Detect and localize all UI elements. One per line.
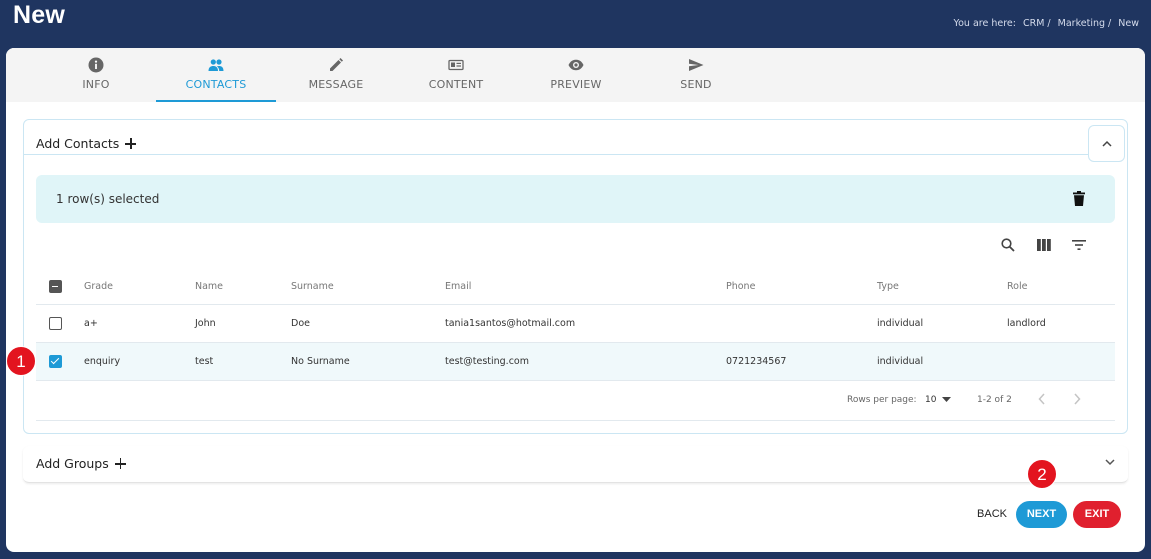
view-columns-icon[interactable]	[1037, 239, 1051, 251]
rows-per-page-value: 10	[925, 395, 937, 405]
breadcrumb-new: New	[1118, 18, 1139, 29]
tab-send[interactable]: SEND	[636, 48, 756, 102]
select-all-checkbox[interactable]	[49, 280, 62, 293]
tab-content-label: CONTENT	[428, 78, 484, 91]
cell-name: John	[195, 318, 216, 329]
add-groups-label: Add Groups	[36, 456, 109, 471]
pencil-icon	[330, 58, 343, 71]
cell-type: individual	[877, 318, 924, 329]
add-contacts-header[interactable]: Add Contacts	[24, 120, 1089, 155]
table-pagination: Rows per page: 10 1-2 of 2	[36, 381, 1115, 421]
back-button[interactable]: BACK	[972, 501, 1012, 528]
table-row[interactable]: enquiry test No Surname test@testing.com…	[36, 343, 1115, 381]
tab-message[interactable]: MESSAGE	[276, 48, 396, 102]
page-title: New	[13, 1, 66, 29]
selection-bar: 1 row(s) selected	[36, 175, 1115, 223]
plus-icon[interactable]	[114, 458, 126, 469]
breadcrumb: You are here: CRM / Marketing / New	[950, 18, 1139, 29]
cell-surname: Doe	[291, 318, 310, 329]
cell-surname: No Surname	[291, 356, 350, 367]
column-header[interactable]: Role	[1007, 281, 1027, 292]
cell-email: tania1santos@hotmail.com	[445, 318, 576, 329]
add-groups-title: Add Groups	[36, 456, 126, 471]
column-header[interactable]: Name	[195, 281, 223, 292]
chevron-up-icon	[1102, 140, 1112, 147]
tab-send-label: SEND	[680, 78, 712, 91]
table-row[interactable]: a+ John Doe tania1santos@hotmail.com ind…	[36, 305, 1115, 343]
chevron-down-icon[interactable]	[1105, 459, 1115, 466]
cell-grade: a+	[84, 318, 98, 329]
tab-contacts-label: CONTACTS	[185, 78, 247, 91]
trash-icon[interactable]	[1073, 191, 1085, 206]
cell-phone: 0721234567	[726, 356, 787, 367]
column-header[interactable]: Grade	[84, 281, 113, 292]
send-icon	[689, 59, 704, 71]
breadcrumb-marketing[interactable]: Marketing /	[1058, 18, 1112, 29]
column-header[interactable]: Phone	[726, 281, 755, 292]
contacts-table: Grade Name Surname Email Phone Type Role…	[36, 268, 1115, 421]
previous-page-icon[interactable]	[1038, 393, 1046, 405]
eye-icon	[568, 59, 584, 71]
next-page-icon[interactable]	[1073, 393, 1081, 405]
pagination-range: 1-2 of 2	[977, 395, 1012, 405]
breadcrumb-prefix: You are here:	[953, 18, 1016, 29]
add-contacts-title: Add Contacts	[36, 136, 137, 151]
exit-button[interactable]: EXIT	[1073, 501, 1121, 528]
wizard-tabs: INFO CONTACTS MESSAGE CONTENT PREVIEW SE…	[6, 48, 1145, 102]
tab-info-label: INFO	[82, 78, 110, 91]
next-button[interactable]: NEXT	[1016, 501, 1067, 528]
caret-down-icon	[942, 397, 952, 402]
column-header[interactable]: Surname	[291, 281, 334, 292]
column-header[interactable]: Type	[877, 281, 899, 292]
search-icon[interactable]	[1001, 238, 1015, 252]
tab-content[interactable]: CONTENT	[396, 48, 516, 102]
content-icon	[448, 59, 464, 71]
add-contacts-panel: Add Contacts 1 row(s) selected Grade Nam…	[23, 119, 1128, 434]
breadcrumb-crm[interactable]: CRM /	[1023, 18, 1051, 29]
cell-email: test@testing.com	[445, 356, 529, 367]
tab-contacts[interactable]: CONTACTS	[156, 48, 276, 102]
filter-icon[interactable]	[1072, 240, 1086, 250]
rows-per-page-label: Rows per page:	[847, 395, 917, 405]
people-icon	[208, 59, 224, 71]
cell-name: test	[195, 356, 214, 367]
selection-count: 1 row(s) selected	[56, 192, 160, 206]
table-header: Grade Name Surname Email Phone Type Role	[36, 268, 1115, 305]
info-icon	[88, 57, 104, 73]
tab-preview[interactable]: PREVIEW	[516, 48, 636, 102]
column-header[interactable]: Email	[445, 281, 471, 292]
rows-per-page-select[interactable]: 10	[925, 395, 952, 405]
plus-icon[interactable]	[125, 138, 137, 149]
cell-role: landlord	[1007, 318, 1046, 329]
tab-preview-label: PREVIEW	[550, 78, 602, 91]
add-contacts-label: Add Contacts	[36, 136, 120, 151]
row-checkbox[interactable]	[49, 317, 62, 330]
tab-message-label: MESSAGE	[308, 78, 364, 91]
add-groups-panel[interactable]: Add Groups	[23, 446, 1128, 483]
collapse-contacts-button[interactable]	[1088, 125, 1125, 162]
row-checkbox[interactable]	[49, 355, 62, 368]
tab-info[interactable]: INFO	[36, 48, 156, 102]
cell-grade: enquiry	[84, 356, 121, 367]
step-marker-2: 2	[1027, 459, 1057, 489]
step-marker-1: 1	[6, 346, 36, 376]
wizard-card: INFO CONTACTS MESSAGE CONTENT PREVIEW SE…	[6, 48, 1145, 552]
cell-type: individual	[877, 356, 924, 367]
